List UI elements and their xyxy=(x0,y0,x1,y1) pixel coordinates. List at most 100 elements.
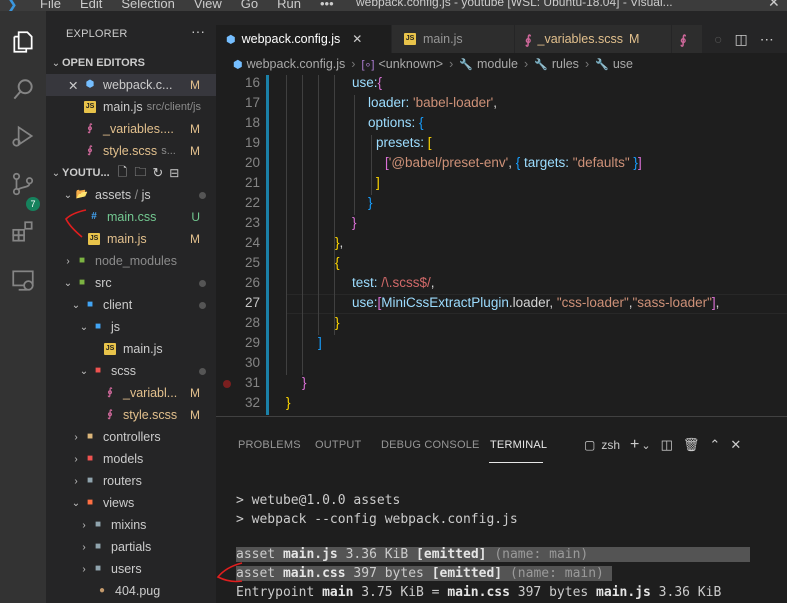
open-editor-item[interactable]: ∮ style.scss s... M xyxy=(46,140,216,162)
menu-more[interactable]: ••• xyxy=(320,0,334,11)
split-terminal-icon[interactable]: ◫ xyxy=(661,437,673,453)
explorer-icon[interactable] xyxy=(10,29,36,55)
tree-folder-src[interactable]: ⌄ ■ src xyxy=(46,272,216,294)
modified-dot xyxy=(199,191,206,199)
code-line-28: } xyxy=(335,315,340,330)
menu-selection[interactable]: Selection xyxy=(121,0,174,11)
line-number: 30 xyxy=(244,355,260,370)
tree-folder-models[interactable]: › ■ models xyxy=(46,448,216,470)
breadcrumb: ⬢ webpack.config.js › [∘] <unknown> › 🔧 … xyxy=(216,53,787,75)
tree-folder-routers[interactable]: › ■ routers xyxy=(46,470,216,492)
tree-file-variables-scss[interactable]: ∮ _variabl... M xyxy=(46,382,216,404)
editor-actions: ○ ◫ ⋯ xyxy=(714,30,774,48)
more-actions-icon[interactable]: ⋯ xyxy=(760,31,774,48)
open-editor-item[interactable]: ∮ _variables.... M xyxy=(46,118,216,140)
tab-variables-scss[interactable]: ∮ _variables.scss M xyxy=(515,25,671,53)
extensions-icon[interactable] xyxy=(10,219,36,245)
folder-icon: ■ xyxy=(94,519,102,530)
chevron-down-icon: ⌄ xyxy=(71,497,81,509)
css-file-icon: # xyxy=(91,211,97,222)
breadcrumb-unknown[interactable]: <unknown> xyxy=(378,57,443,71)
run-debug-icon[interactable] xyxy=(10,123,36,149)
tab-problems[interactable]: PROBLEMS xyxy=(238,439,301,451)
indent-guide xyxy=(371,135,372,195)
line-number: 18 xyxy=(244,115,260,130)
shell-name[interactable]: zsh xyxy=(601,438,620,452)
menu-view[interactable]: View xyxy=(194,0,222,11)
trash-icon[interactable]: 🗑 xyxy=(683,437,700,453)
tree-folder-assets[interactable]: ⌄ 📂 assets / js xyxy=(46,184,216,206)
new-folder-icon[interactable]: 🗀 xyxy=(134,163,146,184)
indent-guide xyxy=(334,75,335,335)
tab-close-icon[interactable]: ✕ xyxy=(352,32,362,46)
split-editor-icon[interactable]: ◫ xyxy=(734,31,747,48)
tree-folder-users[interactable]: › ■ users xyxy=(46,558,216,580)
menu-edit[interactable]: Edit xyxy=(80,0,102,11)
line-number: 23 xyxy=(244,215,260,230)
chevron-right-icon: › xyxy=(82,541,86,553)
wrench-icon: 🔧 xyxy=(534,58,548,71)
new-file-icon[interactable]: 🗋 xyxy=(118,163,133,184)
tree-file-main-js[interactable]: JS main.js M xyxy=(46,228,216,250)
tab-main-js[interactable]: JS main.js xyxy=(392,25,514,53)
tree-folder-views[interactable]: ⌄ ■ views xyxy=(46,492,216,514)
line-number: 27 xyxy=(244,295,260,310)
breadcrumb-use[interactable]: use xyxy=(613,57,633,71)
menu-run[interactable]: Run xyxy=(277,0,301,11)
tab-output[interactable]: OUTPUT xyxy=(315,439,361,451)
breadcrumb-module[interactable]: module xyxy=(477,57,518,71)
tree-folder-client[interactable]: ⌄ ■ client xyxy=(46,294,216,316)
tab-terminal[interactable]: TERMINAL xyxy=(490,439,547,451)
chevron-right-icon: › xyxy=(523,57,529,71)
tab-webpack-config[interactable]: ⬢ webpack.config.js ✕ xyxy=(216,25,391,53)
chevron-down-icon: ⌄ xyxy=(79,365,89,377)
chevron-down-icon[interactable]: ⌄ xyxy=(641,439,650,452)
tree-folder-node-modules[interactable]: › ■ node_modules xyxy=(46,250,216,272)
tree-file-style-scss[interactable]: ∮ style.scss M xyxy=(46,404,216,426)
tab-overflow[interactable]: ∮ xyxy=(672,25,702,53)
close-icon[interactable]: ✕ xyxy=(68,78,82,93)
code-line-24: }, xyxy=(335,235,344,250)
open-editors-header[interactable]: ⌄ OPEN EDITORS xyxy=(46,52,216,74)
modified-dot xyxy=(199,279,206,287)
explorer-more-icon[interactable]: ··· xyxy=(191,23,205,39)
new-terminal-icon[interactable]: + xyxy=(630,436,639,454)
workspace-header[interactable]: ⌄ YOUTU... 🗋 🗀 ↻ ⊟ xyxy=(46,162,216,184)
breadcrumb-file[interactable]: webpack.config.js xyxy=(247,57,346,71)
git-modified-gutter xyxy=(266,155,269,235)
tree-file-404-pug[interactable]: ● 404.pug xyxy=(46,580,216,602)
javascript-file-icon: JS xyxy=(88,233,100,245)
activity-bar: 7 xyxy=(0,11,46,603)
chevron-right-icon: › xyxy=(66,255,70,267)
maximize-panel-icon[interactable]: ⌃ xyxy=(709,437,720,453)
tree-folder-partials[interactable]: › ■ partials xyxy=(46,536,216,558)
close-panel-icon[interactable]: ✕ xyxy=(730,437,741,453)
folder-icon: ■ xyxy=(94,563,102,574)
folder-open-icon: ■ xyxy=(94,321,102,332)
open-editor-item[interactable]: JS main.js src/client/js xyxy=(46,96,216,118)
code-line-29: ] xyxy=(318,335,322,350)
tree-folder-js[interactable]: ⌄ ■ js xyxy=(46,316,216,338)
window-close-icon[interactable]: ✕ xyxy=(768,0,780,11)
collapse-all-icon[interactable]: ⊟ xyxy=(169,166,179,180)
code-line-32: } xyxy=(286,395,291,410)
terminal-line-asset-js: asset main.js 3.36 KiB [emitted] (name: … xyxy=(236,547,751,562)
menu-go[interactable]: Go xyxy=(241,0,258,11)
tree-folder-controllers[interactable]: › ■ controllers xyxy=(46,426,216,448)
remote-explorer-icon[interactable] xyxy=(10,267,36,293)
chevron-right-icon: › xyxy=(82,563,86,575)
source-control-icon[interactable] xyxy=(10,171,36,197)
tree-file-main-css[interactable]: # main.css U xyxy=(46,206,216,228)
tree-folder-scss[interactable]: ⌄ ■ scss xyxy=(46,360,216,382)
panel-actions: ▢ zsh + ⌄ ◫ 🗑 ⌃ ✕ xyxy=(584,436,751,454)
tree-folder-mixins[interactable]: › ■ mixins xyxy=(46,514,216,536)
tree-file-client-main-js[interactable]: JS main.js xyxy=(46,338,216,360)
search-icon[interactable] xyxy=(10,77,36,103)
chevron-right-icon: › xyxy=(584,57,590,71)
menu-file[interactable]: File xyxy=(40,0,61,11)
tab-debug-console[interactable]: DEBUG CONSOLE xyxy=(381,439,480,451)
breadcrumb-rules[interactable]: rules xyxy=(552,57,579,71)
refresh-icon[interactable]: ↻ xyxy=(152,165,163,181)
open-editor-item[interactable]: ✕ ⬢ webpack.c... M xyxy=(46,74,216,96)
code-editor[interactable]: 16 17 18 19 20 21 22 23 24 25 26 27 28 2… xyxy=(216,75,787,416)
